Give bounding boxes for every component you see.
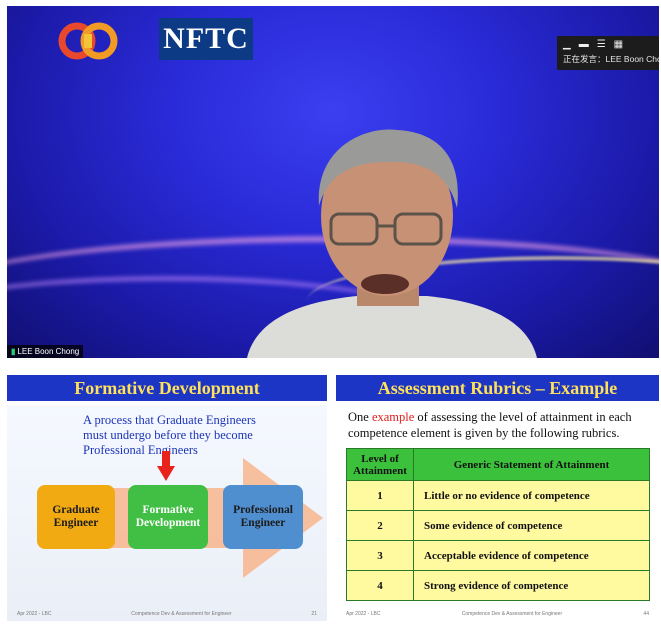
speaker-video bbox=[247, 129, 537, 358]
row-level: 2 bbox=[346, 510, 414, 541]
minimize-icon[interactable]: ▁ bbox=[563, 39, 571, 50]
list-icon[interactable]: ☰ bbox=[597, 39, 606, 50]
row-level: 1 bbox=[346, 480, 414, 511]
slide-intro-text: A process that Graduate Engineers must u… bbox=[83, 413, 256, 457]
row-statement: Strong evidence of competence bbox=[413, 570, 650, 601]
table-row: 2 Some evidence of competence bbox=[346, 510, 650, 541]
row-statement: Little or no evidence of competence bbox=[413, 480, 650, 511]
intro-highlight: example bbox=[371, 410, 415, 424]
row-statement: Acceptable evidence of competence bbox=[413, 540, 650, 571]
table-row: 4 Strong evidence of competence bbox=[346, 570, 650, 601]
rubric-table: Level of Attainment Generic Statement of… bbox=[346, 448, 650, 601]
slide-assessment-rubrics: Assessment Rubrics – Example One example… bbox=[336, 375, 659, 621]
header-statement: Generic Statement of Attainment bbox=[413, 448, 650, 481]
stage-graduate-engineer: Graduate Engineer bbox=[37, 485, 115, 549]
down-arrow-icon bbox=[157, 451, 175, 481]
meeting-window: NFTC ▁ ▬ ☰ ▦ 正在发言：LEE Boon Chong ▮LEE Bo… bbox=[0, 0, 661, 633]
speaker-view-icon[interactable]: ▬ bbox=[579, 39, 589, 50]
slide-footer: Apr 2022 - LBC Competence Dev & Assessme… bbox=[7, 611, 327, 617]
header-level: Level of Attainment bbox=[346, 448, 414, 481]
footer-title: Competence Dev & Assessment for Engineer bbox=[461, 611, 563, 617]
row-level: 3 bbox=[346, 540, 414, 571]
slide-footer: Apr 2022 - LBC Competence Dev & Assessme… bbox=[336, 611, 659, 617]
nftc-logo: NFTC bbox=[159, 18, 253, 60]
footer-title: Competence Dev & Assessment for Engineer bbox=[131, 611, 232, 617]
slide-title: Assessment Rubrics – Example bbox=[336, 375, 659, 401]
table-row: 3 Acceptable evidence of competence bbox=[346, 540, 650, 571]
row-level: 4 bbox=[346, 570, 414, 601]
slide-intro-text: One example of assessing the level of at… bbox=[348, 409, 653, 441]
stage-professional-engineer: Professional Engineer bbox=[223, 485, 303, 549]
participant-name-tag: ▮ LEE Boon Chong bbox=[7, 345, 84, 358]
slide-title: Formative Development bbox=[7, 375, 327, 401]
table-row: 1 Little or no evidence of competence bbox=[346, 480, 650, 511]
intro-pre: One bbox=[348, 410, 369, 424]
footer-page: 21 bbox=[311, 611, 317, 617]
footer-date: Apr 2022 - LBC bbox=[17, 611, 52, 617]
signal-bars-icon: ▮ bbox=[11, 347, 16, 356]
video-feed[interactable]: NFTC ▁ ▬ ☰ ▦ 正在发言：LEE Boon Chong ▮LEE Bo… bbox=[7, 6, 659, 358]
footer-date: Apr 2022 - LBC bbox=[346, 611, 381, 617]
company-logo-icon bbox=[58, 22, 118, 60]
grid-icon[interactable]: ▦ bbox=[614, 39, 623, 50]
footer-page: 44 bbox=[643, 611, 649, 617]
slide-formative-development: Formative Development A process that Gra… bbox=[7, 375, 327, 621]
speaking-indicator: 正在发言：LEE Boon Chong bbox=[563, 54, 659, 64]
view-control-panel[interactable]: ▁ ▬ ☰ ▦ 正在发言：LEE Boon Chong bbox=[557, 36, 659, 70]
table-header-row: Level of Attainment Generic Statement of… bbox=[346, 448, 650, 481]
row-statement: Some evidence of competence bbox=[413, 510, 650, 541]
stage-formative-development: Formative Development bbox=[128, 485, 208, 549]
participant-name: LEE Boon Chong bbox=[17, 347, 80, 356]
